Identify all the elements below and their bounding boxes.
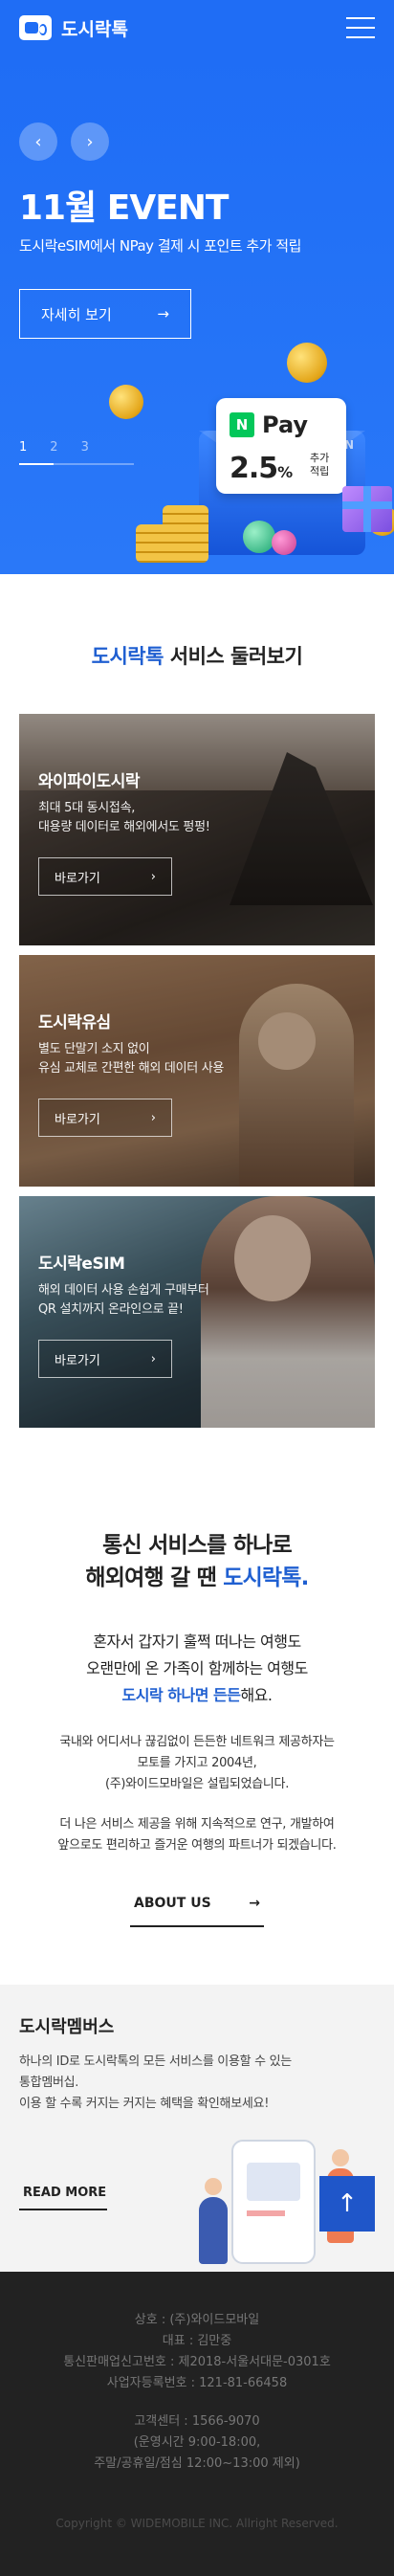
operating-hours: (운영시간 9:00-18:00, bbox=[133, 2435, 261, 2450]
intro-lead: 혼자서 갑자기 훌쩍 떠나는 여행도 오랜만에 온 가족이 함께하는 여행도 도… bbox=[86, 1632, 308, 1704]
copyright: Copyright © WIDEMOBILE INC. Allright Res… bbox=[55, 2517, 339, 2530]
service-desc: 별도 단말기 소지 없이 유심 교체로 간편한 해외 데이터 사용 bbox=[38, 1042, 225, 1076]
next-slide-button[interactable]: › bbox=[71, 122, 109, 161]
npay-card: N Pay 2.5% 추가 적립 bbox=[216, 398, 346, 494]
arrow-right-icon: → bbox=[249, 1896, 260, 1911]
pager-item-3[interactable]: 3 bbox=[81, 440, 89, 455]
scroll-top-button[interactable]: ↑ bbox=[319, 2176, 375, 2232]
sphere-decoration bbox=[272, 530, 296, 555]
gift-box-icon bbox=[342, 486, 392, 532]
services-section: 도시락톡 서비스 둘러보기 와이파이도시락 최대 5대 동시접속, 대용량 데이터… bbox=[0, 574, 394, 1476]
pay-word: Pay bbox=[262, 411, 309, 438]
services-title: 도시락톡 서비스 둘러보기 bbox=[91, 645, 303, 668]
chevron-right-icon: › bbox=[86, 131, 94, 152]
hamburger-icon[interactable] bbox=[346, 17, 375, 38]
coin-stack-icon bbox=[136, 524, 172, 563]
point-rate: 2.5% bbox=[230, 452, 293, 485]
service-card-esim[interactable]: 도시락eSIM 해외 데이터 사용 손쉽게 구매부터 QR 설치까지 온라인으로 … bbox=[19, 1196, 375, 1428]
chevron-left-icon: ‹ bbox=[34, 131, 42, 152]
hero-banner: ‹ › 11월 EVENT 도시락eSIM에서 NPay 결제 시 포인트 추가… bbox=[0, 56, 394, 574]
membership-desc: 하나의 ID로 도시락톡의 모든 서비스를 이용할 수 있는 통합멤버십. 이용… bbox=[19, 2054, 292, 2111]
details-button[interactable]: 자세히 보기 → bbox=[19, 289, 191, 339]
arrow-right-icon: → bbox=[157, 305, 169, 322]
intro-paragraph: 더 나은 서비스 제공을 위해 지속적으로 연구, 개발하여 앞으로도 편리하고… bbox=[57, 1817, 337, 1853]
pager-item-2[interactable]: 2 bbox=[50, 440, 57, 455]
service-card-usim[interactable]: 도시락유심 별도 단말기 소지 없이 유심 교체로 간편한 해외 데이터 사용 바… bbox=[19, 955, 375, 1187]
intro-heading: 통신 서비스를 하나로 해외여행 갈 땐 도시락톡. bbox=[85, 1533, 309, 1590]
go-button[interactable]: 바로가기 › bbox=[38, 857, 172, 896]
intro-paragraph: 국내와 어디서나 끊김없이 든든한 네트워크 제공하자는 모토를 가지고 200… bbox=[59, 1735, 335, 1791]
npay-logo-icon: N bbox=[230, 412, 254, 437]
membership-section: 도시락멤버스 하나의 ID로 도시락톡의 모든 서비스를 이용할 수 있는 통합… bbox=[0, 1985, 394, 2272]
intro-section: 통신 서비스를 하나로 해외여행 갈 땐 도시락톡. 혼자서 갑자기 훌쩍 떠나… bbox=[0, 1476, 394, 1985]
chat-bubble-icon bbox=[19, 15, 52, 40]
brand-name: 도시락톡 bbox=[61, 18, 128, 40]
company-name: 상호 : (주)와이드모바일 bbox=[134, 2313, 260, 2327]
point-rate-note: 추가 적립 bbox=[310, 452, 330, 477]
logo[interactable]: 도시락톡 bbox=[19, 15, 128, 41]
operating-hours-note: 주말/공휴일/점심 12:00~13:00 제외) bbox=[94, 2456, 300, 2471]
go-button[interactable]: 바로가기 › bbox=[38, 1340, 172, 1378]
prev-slide-button[interactable]: ‹ bbox=[19, 122, 57, 161]
arrow-up-icon: ↑ bbox=[337, 2189, 358, 2218]
npay-illustration: N N Pay 2.5% 추가 적립 bbox=[109, 343, 394, 572]
membership-title: 도시락멤버스 bbox=[19, 2017, 115, 2037]
coin-icon bbox=[109, 385, 143, 419]
service-title: 도시락유심 bbox=[38, 1013, 111, 1033]
customer-center: 고객센터 : 1566-9070 bbox=[134, 2414, 260, 2429]
chevron-right-icon: › bbox=[150, 1351, 156, 1366]
hero-title: 11월 EVENT bbox=[19, 189, 229, 228]
site-footer: 상호 : (주)와이드모바일 대표 : 김만중 통신판매업신고번호 : 제201… bbox=[0, 2272, 394, 2576]
service-card-wifi[interactable]: 와이파이도시락 최대 5대 동시접속, 대용량 데이터로 해외에서도 펑펑! 바로… bbox=[19, 714, 375, 945]
pager-item-1[interactable]: 1 bbox=[19, 440, 27, 455]
read-more-button[interactable]: READ MORE bbox=[19, 2176, 107, 2210]
coin-icon bbox=[287, 343, 327, 383]
about-us-button[interactable]: ABOUT US → bbox=[130, 1881, 264, 1927]
chevron-right-icon: › bbox=[150, 869, 156, 884]
slide-pager: 1 2 3 bbox=[19, 440, 89, 455]
hero-subtitle: 도시락eSIM에서 NPay 결제 시 포인트 추가 적립 bbox=[19, 237, 301, 255]
service-title: 와이파이도시락 bbox=[38, 772, 140, 791]
service-desc: 최대 5대 동시접속, 대용량 데이터로 해외에서도 펑펑! bbox=[38, 801, 210, 834]
go-button[interactable]: 바로가기 › bbox=[38, 1099, 172, 1137]
service-desc: 해외 데이터 사용 손쉽게 구매부터 QR 설치까지 온라인으로 끝! bbox=[38, 1283, 209, 1317]
service-title: 도시락eSIM bbox=[38, 1255, 125, 1274]
chevron-right-icon: › bbox=[150, 1110, 156, 1125]
telecom-registration: 통신판매업신고번호 : 제2018-서울서대문-0301호 bbox=[63, 2355, 331, 2369]
site-header: 도시락톡 bbox=[0, 0, 394, 56]
business-registration: 사업자등록번호 : 121-81-66458 bbox=[106, 2376, 288, 2390]
hero-arrows: ‹ › bbox=[19, 122, 109, 161]
ceo-name: 대표 : 김만중 bbox=[162, 2334, 232, 2348]
sphere-decoration bbox=[243, 521, 275, 553]
details-label: 자세히 보기 bbox=[41, 305, 112, 323]
